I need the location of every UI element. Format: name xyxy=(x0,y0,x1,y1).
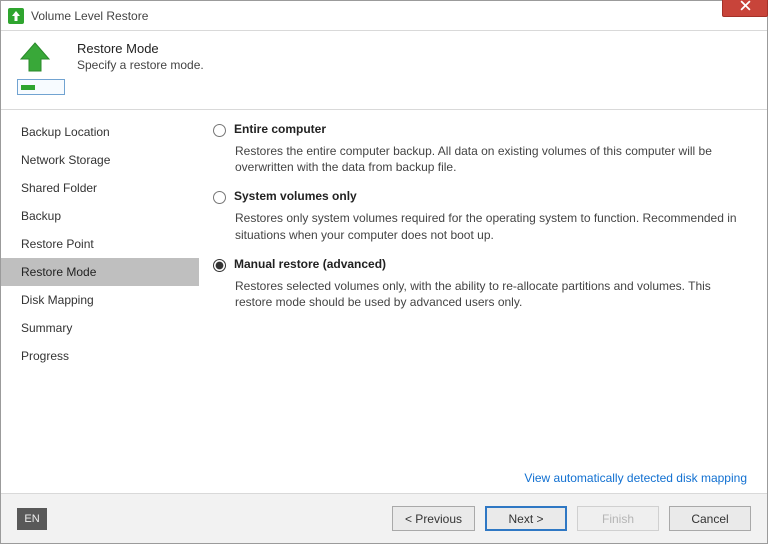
wizard-steps-sidebar: Backup Location Network Storage Shared F… xyxy=(1,110,199,493)
finish-button: Finish xyxy=(577,506,659,531)
sidebar-item-progress[interactable]: Progress xyxy=(1,342,199,370)
close-icon xyxy=(740,0,751,11)
sidebar-item-summary[interactable]: Summary xyxy=(1,314,199,342)
option-label: Manual restore (advanced) xyxy=(234,257,386,271)
language-button[interactable]: EN xyxy=(17,508,47,530)
app-icon xyxy=(7,7,25,25)
wizard-header: Restore Mode Specify a restore mode. xyxy=(1,31,767,110)
sidebar-item-backup[interactable]: Backup xyxy=(1,202,199,230)
header-icon-column xyxy=(17,41,77,95)
window-title: Volume Level Restore xyxy=(31,9,722,23)
previous-button[interactable]: < Previous xyxy=(392,506,475,531)
view-disk-mapping-link[interactable]: View automatically detected disk mapping xyxy=(524,471,747,485)
page-title: Restore Mode xyxy=(77,41,204,56)
wizard-footer: EN < Previous Next > Finish Cancel xyxy=(1,493,767,543)
radio-entire-computer[interactable] xyxy=(213,124,226,137)
sidebar-item-network-storage[interactable]: Network Storage xyxy=(1,146,199,174)
option-description: Restores only system volumes required fo… xyxy=(235,210,747,242)
option-label: Entire computer xyxy=(234,122,326,136)
option-description: Restores the entire computer backup. All… xyxy=(235,143,747,175)
close-button[interactable] xyxy=(722,0,768,17)
cancel-button[interactable]: Cancel xyxy=(669,506,751,531)
option-label: System volumes only xyxy=(234,189,357,203)
sidebar-item-disk-mapping[interactable]: Disk Mapping xyxy=(1,286,199,314)
wizard-window: Volume Level Restore Restore Mode Specif… xyxy=(0,0,768,544)
sidebar-item-restore-point[interactable]: Restore Point xyxy=(1,230,199,258)
title-bar: Volume Level Restore xyxy=(1,1,767,31)
option-entire-computer[interactable]: Entire computer xyxy=(213,122,747,137)
option-system-volumes[interactable]: System volumes only xyxy=(213,189,747,204)
progress-indicator-icon xyxy=(17,79,65,95)
option-manual-restore[interactable]: Manual restore (advanced) xyxy=(213,257,747,272)
wizard-content: Entire computer Restores the entire comp… xyxy=(199,110,767,493)
next-button[interactable]: Next > xyxy=(485,506,567,531)
restore-arrow-icon xyxy=(17,41,53,73)
page-subtitle: Specify a restore mode. xyxy=(77,58,204,72)
radio-system-volumes[interactable] xyxy=(213,191,226,204)
sidebar-item-backup-location[interactable]: Backup Location xyxy=(1,118,199,146)
sidebar-item-shared-folder[interactable]: Shared Folder xyxy=(1,174,199,202)
radio-manual-restore[interactable] xyxy=(213,259,226,272)
sidebar-item-restore-mode[interactable]: Restore Mode xyxy=(1,258,199,286)
option-description: Restores selected volumes only, with the… xyxy=(235,278,747,310)
